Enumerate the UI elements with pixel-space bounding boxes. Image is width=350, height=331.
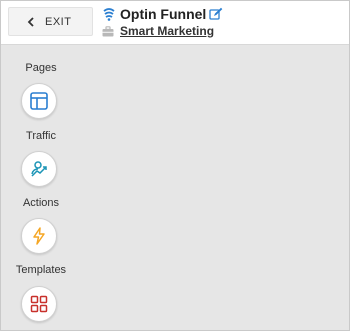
exit-button[interactable]: EXIT xyxy=(8,7,93,36)
sidebar-item-pages[interactable]: Pages xyxy=(1,62,81,119)
lightning-icon xyxy=(33,227,45,245)
user-growth-icon xyxy=(31,161,47,177)
sidebar-item-label: Templates xyxy=(15,264,67,276)
edit-icon[interactable] xyxy=(209,7,223,21)
top-bar: EXIT Optin Funnel Smart Marketing xyxy=(1,1,349,45)
exit-label: EXIT xyxy=(45,16,72,28)
traffic-button[interactable] xyxy=(21,151,57,187)
sidebar-item-label: Actions xyxy=(22,197,60,209)
funnel-icon xyxy=(103,8,115,21)
funnel-title: Optin Funnel xyxy=(120,6,207,22)
chevron-left-icon xyxy=(27,17,34,27)
sidebar-item-label: Traffic xyxy=(26,130,56,142)
funnel-title-row: Optin Funnel xyxy=(102,5,223,23)
templates-button[interactable] xyxy=(21,286,57,322)
sidebar-item-traffic[interactable]: Traffic xyxy=(1,130,81,187)
sidebar-item-templates[interactable]: Templates xyxy=(1,264,81,322)
sidebar-item-actions[interactable]: Actions xyxy=(1,197,81,254)
actions-button[interactable] xyxy=(21,218,57,254)
pages-button[interactable] xyxy=(21,83,57,119)
app-frame: EXIT Optin Funnel Smart Marketing Pages … xyxy=(0,0,350,331)
layout-icon xyxy=(30,92,48,110)
sidebar-item-label: Pages xyxy=(25,62,57,74)
briefcase-icon xyxy=(102,25,114,36)
workspace-link[interactable]: Smart Marketing xyxy=(120,24,214,38)
grid-icon xyxy=(30,295,48,313)
workspace-row: Smart Marketing xyxy=(102,23,214,39)
